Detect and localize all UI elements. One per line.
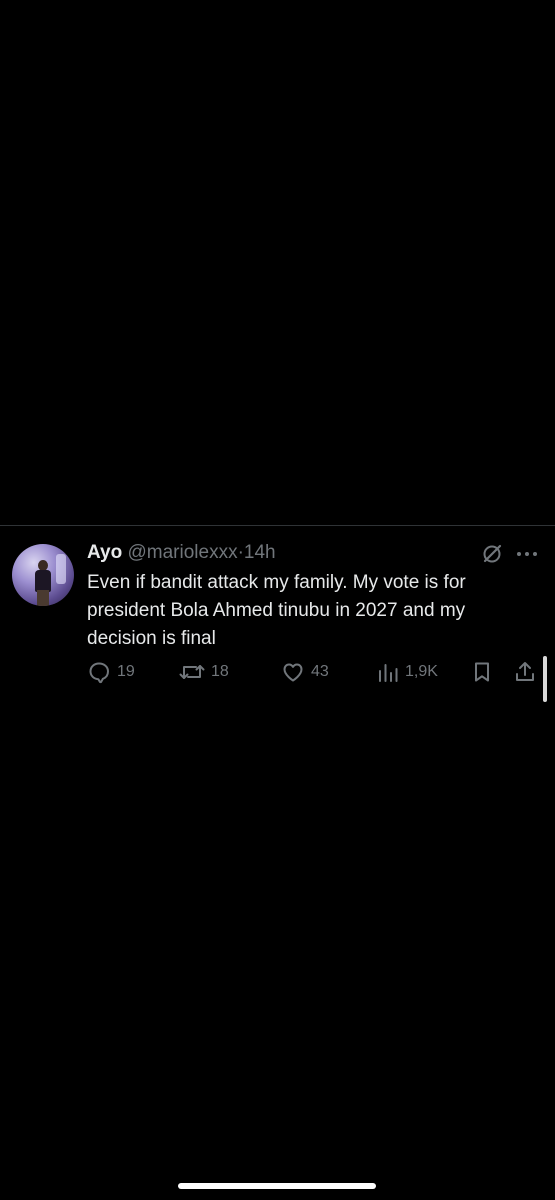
scrollbar-thumb[interactable] <box>543 656 547 702</box>
share-icon <box>516 662 534 681</box>
like-count: 43 <box>311 663 329 680</box>
avatar-figure-legs <box>37 590 49 606</box>
tweet-actions: 19 18 43 1,9K <box>87 657 555 687</box>
views-chart-icon <box>379 664 398 682</box>
views-button[interactable]: 1,9K <box>377 657 438 687</box>
like-button[interactable]: 43 <box>281 657 329 687</box>
user-name[interactable]: Ayo <box>87 542 122 563</box>
bookmark-button[interactable] <box>471 657 493 687</box>
avatar-background-light <box>56 554 66 584</box>
reply-count: 19 <box>117 663 135 680</box>
home-indicator[interactable] <box>178 1183 376 1189</box>
tweet-timestamp[interactable]: 14h <box>244 542 276 563</box>
retweet-count: 18 <box>211 663 229 680</box>
reply-button[interactable]: 19 <box>87 657 135 687</box>
grok-icon[interactable] <box>481 543 503 565</box>
tweet-text: Even if bandit attack my family. My vote… <box>87 572 466 649</box>
retweet-button[interactable]: 18 <box>179 657 229 687</box>
avatar-figure-body <box>35 570 51 592</box>
user-handle[interactable]: @mariolexxx <box>127 542 237 563</box>
tweet-header: Ayo @mariolexxx·14h <box>87 542 527 568</box>
tweet[interactable]: Ayo @mariolexxx·14h Even if bandit attac… <box>0 526 555 706</box>
share-button[interactable] <box>513 657 537 687</box>
heart-icon <box>283 663 303 682</box>
more-options-icon[interactable] <box>514 543 540 565</box>
views-count: 1,9K <box>405 663 438 680</box>
retweet-icon <box>179 665 205 679</box>
reply-icon <box>89 662 109 684</box>
bookmark-icon <box>475 662 489 682</box>
avatar[interactable] <box>12 544 74 606</box>
